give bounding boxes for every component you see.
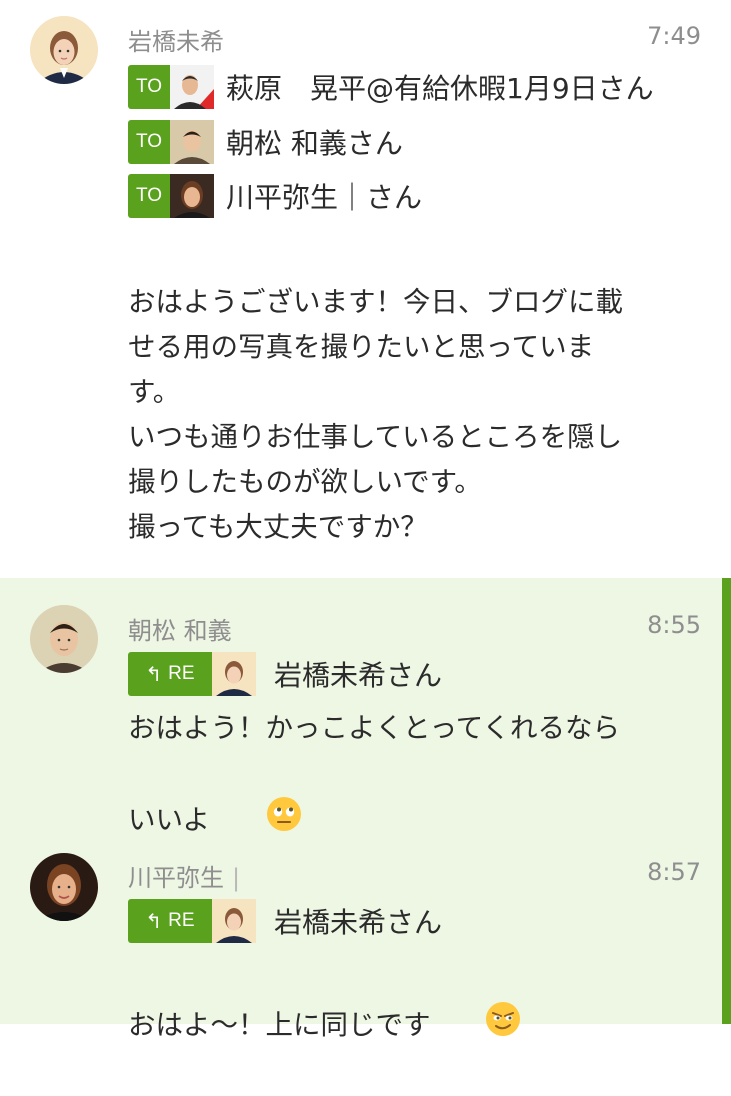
man-avatar-red-icon [170,65,214,109]
body-line: いいよ [128,804,210,836]
sender-name-text: 川平弥生 [128,864,224,892]
recipient-name: 朝松 和義さん [226,127,403,160]
man-avatar-icon [30,605,98,673]
message-1: 岩橋未希 7:49 TO 萩原 晃平@有給休暇1月9日さん TO 朝松 和義さん… [0,0,731,578]
sender-name[interactable]: 朝松 和義 [128,611,232,646]
to-tag: TO [128,174,170,218]
body-line: おはようございます！今日、ブログに載 [128,286,623,318]
body-line: せる用の写真を撮りたいと思っていま [128,331,595,363]
sender-name[interactable]: 川平弥生 | [128,858,240,893]
to-recipient-2[interactable]: TO 朝松 和義さん [128,120,403,164]
avatar-kawahira[interactable] [30,853,98,921]
to-tag: TO [128,120,170,164]
body-line: おはよ〜！上に同じです [128,1009,431,1041]
message-2: 朝松 和義 8:55 ↰ RE 岩橋未希さん おはよう！かっこよくとってくれるなら… [0,578,731,1041]
sender-name[interactable]: 岩橋未希 [128,22,224,57]
woman-avatar-icon [212,899,256,943]
re-tag: ↰ RE [128,652,212,696]
reply-to-name: 岩橋未希さん [274,659,443,692]
recipient-name: 萩原 晃平@有給休暇1月9日さん [226,72,654,105]
to-recipient-3[interactable]: TO 川平弥生｜さん [128,174,422,218]
woman-avatar-icon [170,174,214,218]
woman-avatar-icon [212,652,256,696]
message-body: おはよ〜！上に同じです [128,956,521,1096]
to-tag: TO [128,65,170,109]
reply-to-name: 岩橋未希さん [274,906,443,939]
re-label: RE [168,910,195,931]
reply-arrow-icon: ↰ [145,910,163,933]
body-line: 撮りしたものが欲しいです。 [128,466,482,498]
avatar-iwahashi[interactable] [30,16,98,84]
avatar-asamatsu[interactable] [30,605,98,673]
reply-reference[interactable]: ↰ RE 岩橋未希さん [128,652,442,696]
message-time: 7:49 [647,22,701,50]
message-time: 8:55 [647,611,701,639]
body-line: 撮っても大丈夫ですか？ [128,511,428,543]
message-body: おはようございます！今日、ブログに載 せる用の写真を撮りたいと思っていま す。いつも… [128,280,623,550]
body-line: おはよう！かっこよくとってくれるなら [128,712,620,744]
man-avatar-icon [170,120,214,164]
re-label: RE [168,663,195,684]
woman-avatar-icon [30,16,98,84]
name-divider: | [232,864,241,892]
body-line: す。 [128,376,181,408]
re-tag: ↰ RE [128,899,212,943]
to-recipient-1[interactable]: TO 萩原 晃平@有給休暇1月9日さん [128,65,654,109]
woman-avatar-icon [30,853,98,921]
reply-arrow-icon: ↰ [145,663,163,686]
recipient-name: 川平弥生｜さん [226,181,423,214]
message-time: 8:57 [647,858,701,886]
body-line: いつも通りお仕事しているところを隠し [128,421,623,453]
smirking-emoji-icon [433,956,521,1096]
reply-reference[interactable]: ↰ RE 岩橋未希さん [128,899,442,943]
